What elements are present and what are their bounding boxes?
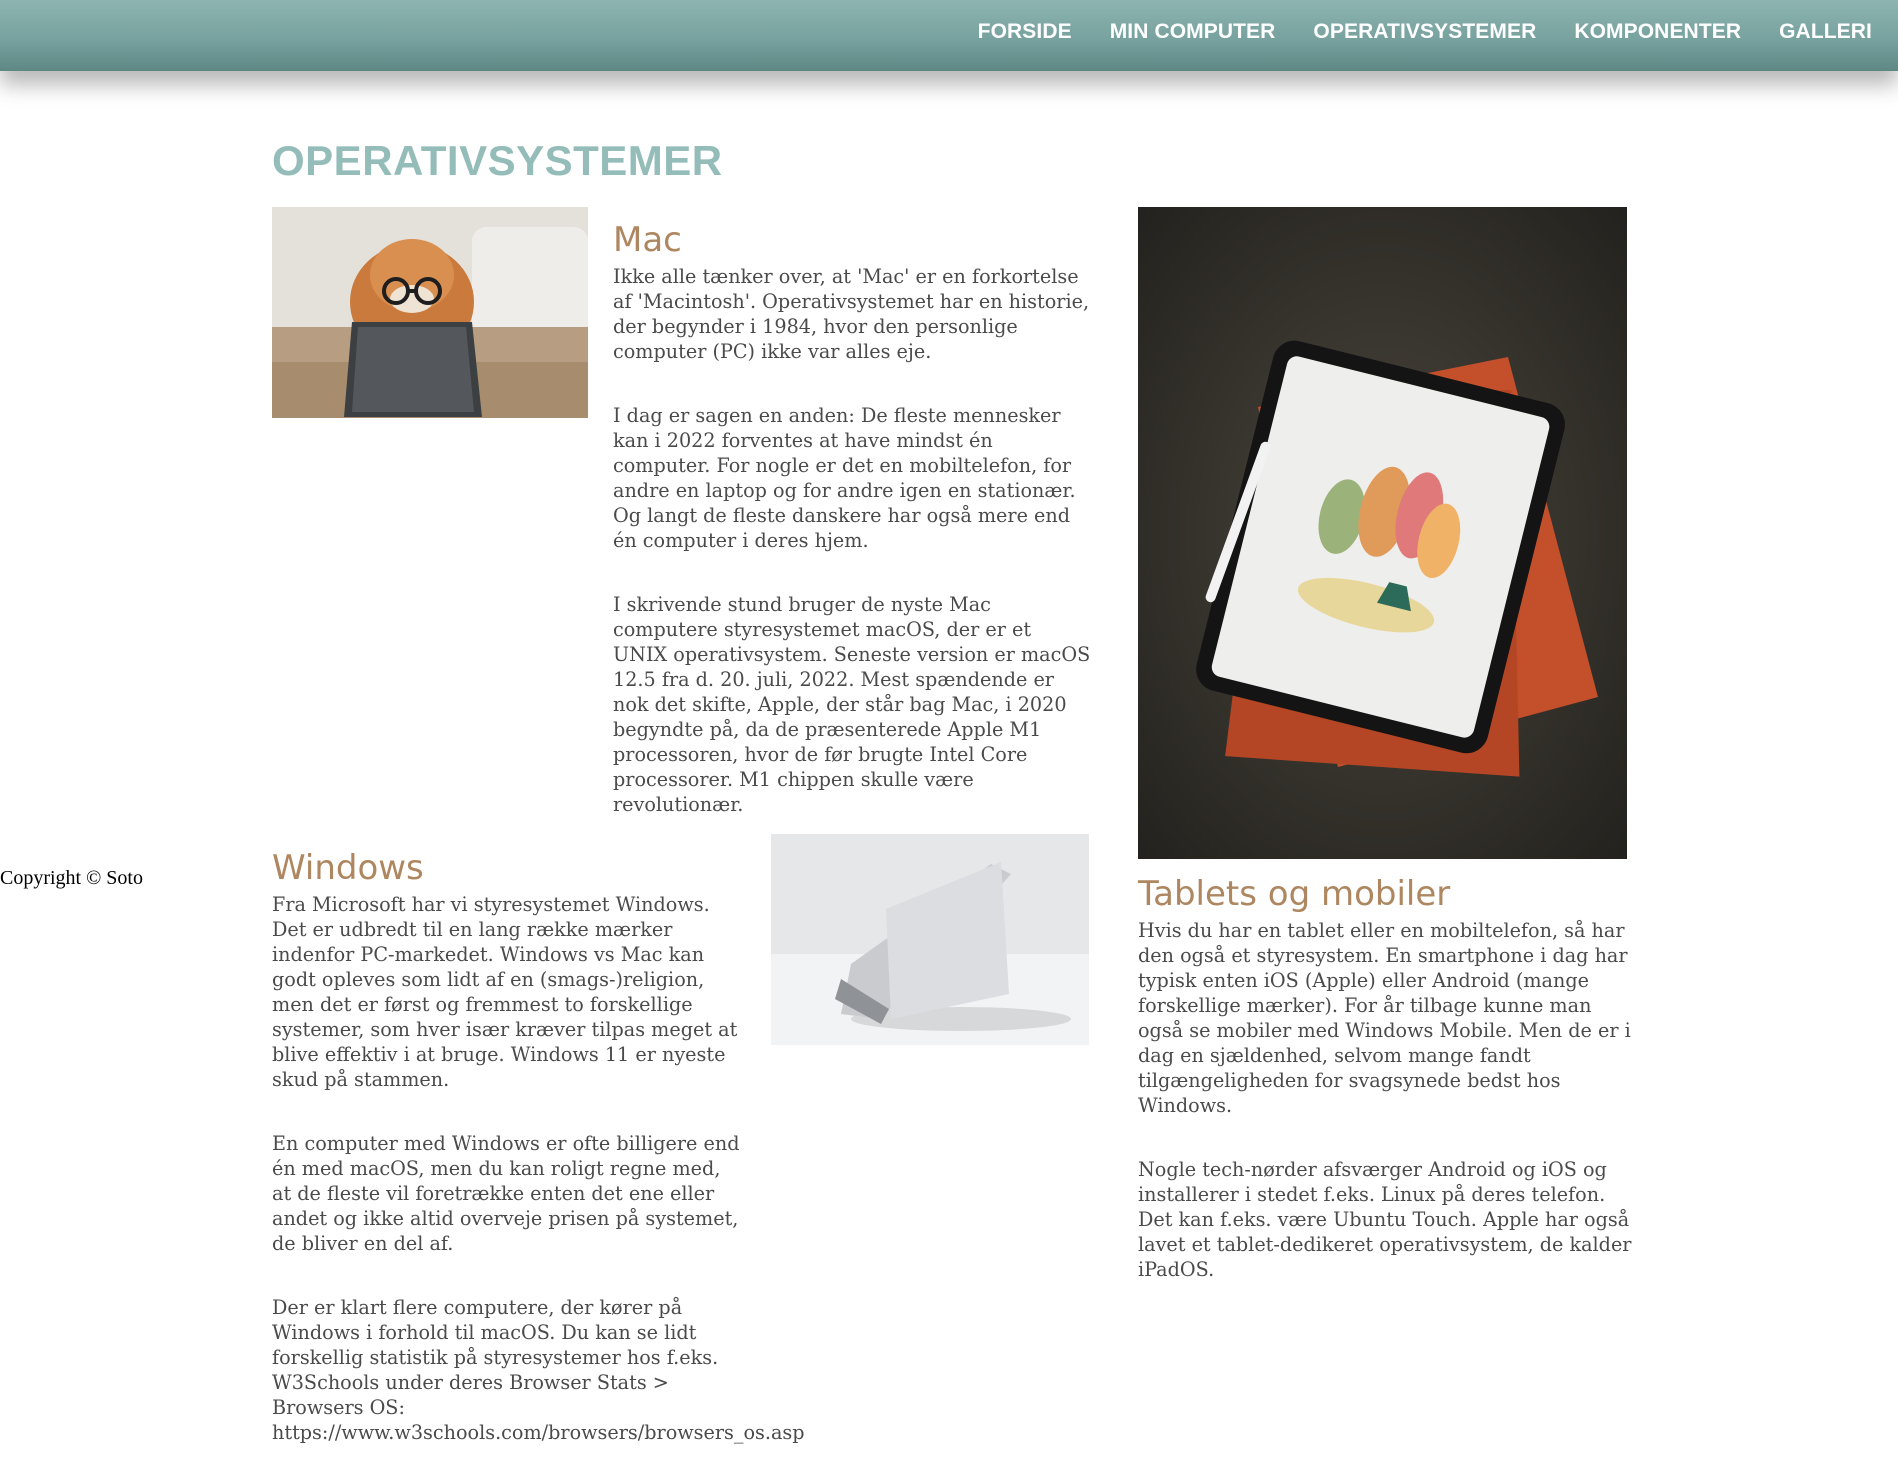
mac-paragraph: I dag er sagen en anden: De fleste menne… [613, 404, 1076, 552]
windows-paragraph: Fra Microsoft har vi styresystemet Windo… [272, 893, 738, 1091]
windows-paragraph: Der er klart flere computere, der kører … [272, 1296, 805, 1444]
windows-paragraph: En computer med Windows er ofte billiger… [272, 1132, 740, 1255]
page-title: OPERATIVSYSTEMER [272, 137, 723, 184]
windows-section-image [771, 834, 1089, 1045]
tablets-text: Hvis du har en tablet eller en mobiltele… [1138, 918, 1634, 1321]
ipad-on-case-image [1138, 207, 1627, 859]
windows-heading: Windows [272, 848, 424, 888]
copyright-text: Copyright © Soto [0, 867, 143, 889]
nav-item-komponenter[interactable]: KOMPONENTER [1574, 20, 1741, 44]
tablets-heading: Tablets og mobiler [1138, 874, 1451, 914]
mac-heading: Mac [613, 220, 682, 260]
nav-item-min-computer[interactable]: MIN COMPUTER [1110, 20, 1276, 44]
main-nav: FORSIDE MIN COMPUTER OPERATIVSYSTEMER KO… [940, 0, 1872, 64]
dog-with-tablet-image [272, 207, 588, 418]
mac-text: Ikke alle tænker over, at 'Mac' er en fo… [613, 264, 1091, 856]
tablets-paragraph: Nogle tech-nørder afsværger Android og i… [1138, 1158, 1632, 1281]
nav-item-forside[interactable]: FORSIDE [978, 20, 1072, 44]
nav-item-operativsystemer[interactable]: OPERATIVSYSTEMER [1313, 20, 1536, 44]
windows-text: Fra Microsoft har vi styresystemet Windo… [272, 892, 805, 1484]
tablet-image [1138, 207, 1627, 859]
nav-item-galleri[interactable]: GALLERI [1779, 20, 1872, 44]
top-navigation-bar: FORSIDE MIN COMPUTER OPERATIVSYSTEMER KO… [0, 0, 1898, 71]
mac-paragraph: Ikke alle tænker over, at 'Mac' er en fo… [613, 265, 1090, 363]
mac-section-image [272, 207, 588, 418]
tablets-paragraph: Hvis du har en tablet eller en mobiltele… [1138, 919, 1631, 1117]
laptop-on-table-image [771, 834, 1089, 1045]
mac-paragraph: I skrivende stund bruger de nyste Mac co… [613, 593, 1091, 816]
